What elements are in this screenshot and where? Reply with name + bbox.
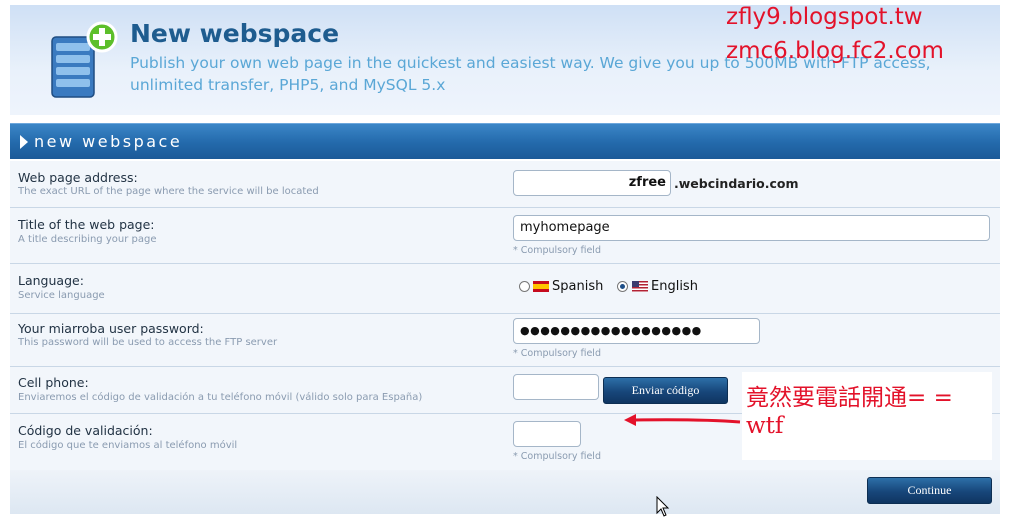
continue-button[interactable]: Continue xyxy=(867,477,992,504)
address-label: Web page address: xyxy=(18,170,138,185)
language-label: Language: xyxy=(18,273,84,288)
spain-flag-icon xyxy=(533,281,549,292)
page-title-label: Title of the web page: xyxy=(18,217,155,232)
address-sublabel: The exact URL of the page where the serv… xyxy=(18,186,319,197)
page-title-sublabel: A title describing your page xyxy=(18,234,157,245)
mouse-cursor-icon xyxy=(656,496,670,517)
password-row: Your miarroba user password: This passwo… xyxy=(10,314,1000,367)
validation-hint: * Compulsory field xyxy=(513,451,601,462)
watermark-fc2: zmc6.blog.fc2.com xyxy=(726,38,944,64)
radio-english[interactable] xyxy=(617,281,628,292)
validation-code-input[interactable] xyxy=(513,421,581,447)
validation-label: Código de validación: xyxy=(18,423,153,438)
watermark-blogspot: zfly9.blogspot.tw xyxy=(726,4,923,30)
password-hint: * Compulsory field xyxy=(513,348,601,359)
language-option-english[interactable]: English xyxy=(651,279,698,294)
page-title: New webspace xyxy=(130,19,340,48)
triangle-right-icon xyxy=(20,135,28,149)
cell-phone-label: Cell phone: xyxy=(18,375,89,390)
page-title-input[interactable]: myhomepage xyxy=(513,215,990,241)
server-add-icon xyxy=(51,21,118,98)
section-header: new webspace xyxy=(10,123,1000,159)
annotation-line-2: wtf xyxy=(746,413,784,439)
language-option-spanish[interactable]: Spanish xyxy=(552,279,603,294)
language-sublabel: Service language xyxy=(18,290,105,301)
form-footer: Continue xyxy=(10,470,1000,514)
annotation-line-1: 竟然要電話開通= = xyxy=(746,385,953,411)
send-code-button[interactable]: Enviar código xyxy=(603,377,728,404)
language-row: Language: Service language Spanish Engli… xyxy=(10,264,1000,314)
cell-phone-sublabel: Enviaremos el código de validación a tu … xyxy=(18,392,423,403)
password-input[interactable]: ●●●●●●●●●●●●●●●●●● xyxy=(513,318,760,344)
validation-sublabel: El código que te enviamos al teléfono mó… xyxy=(18,440,238,451)
us-flag-icon xyxy=(632,281,648,292)
page-title-row: Title of the web page: A title describin… xyxy=(10,208,1000,264)
section-title: new webspace xyxy=(34,132,183,151)
domain-suffix: .webcindario.com xyxy=(674,176,799,191)
cell-phone-input[interactable] xyxy=(513,374,599,400)
annotation-arrow-icon xyxy=(624,414,741,426)
page-title-hint: * Compulsory field xyxy=(513,245,601,256)
address-row: Web page address: The exact URL of the p… xyxy=(10,161,1000,208)
radio-spanish[interactable] xyxy=(519,281,530,292)
password-label: Your miarroba user password: xyxy=(18,321,204,336)
password-sublabel: This password will be used to access the… xyxy=(18,337,278,348)
address-input[interactable]: zfree xyxy=(513,170,671,196)
